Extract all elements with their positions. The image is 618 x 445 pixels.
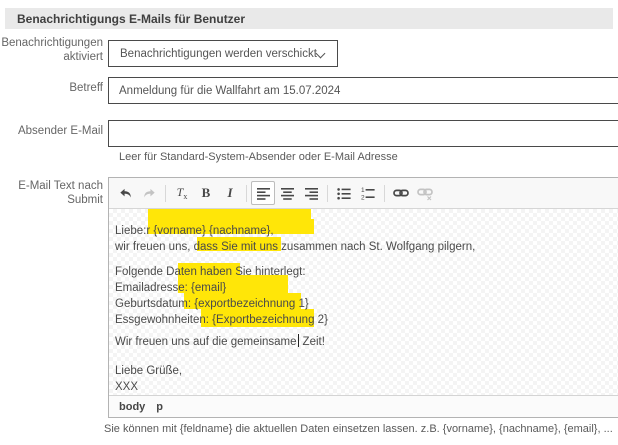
remove-format-icon: Tx xyxy=(177,185,188,201)
editor-line: Geburtsdatum: {exportbezeichnung 1} xyxy=(115,296,618,312)
redo-button[interactable] xyxy=(137,181,161,205)
unlink-button[interactable] xyxy=(413,181,437,205)
bold-button[interactable]: B xyxy=(194,181,218,205)
notifications-label: Benachrichtigungen aktiviert xyxy=(0,36,103,64)
toolbar-separator xyxy=(165,185,166,202)
editor-line: Wir freuen uns auf die gemeinsame Zeit! xyxy=(115,334,618,350)
subject-input[interactable] xyxy=(108,77,618,104)
align-left-button[interactable] xyxy=(251,181,275,205)
email-text-label: E-Mail Text nach Submit xyxy=(0,179,103,207)
text-cursor xyxy=(298,334,299,347)
undo-button[interactable] xyxy=(113,181,137,205)
editor-line-text: Wir freuen uns auf die gemeinsame xyxy=(115,336,297,348)
bulleted-list-button[interactable] xyxy=(332,181,356,205)
align-right-icon xyxy=(305,187,318,200)
sender-hint: Leer für Standard-System-Absender oder E… xyxy=(119,151,398,163)
editor-line: Folgende Daten haben Sie hinterlegt: xyxy=(115,264,618,280)
section-header: Benachrichtigungs E-Mails für Benutzer xyxy=(5,8,613,29)
italic-icon: I xyxy=(227,185,232,201)
align-center-button[interactable] xyxy=(275,181,299,205)
rich-text-editor: Tx B I xyxy=(108,177,618,418)
editor-line: wir freuen uns, dass Sie mit uns zusamme… xyxy=(115,239,618,255)
toolbar-separator xyxy=(384,185,385,202)
italic-button[interactable]: I xyxy=(218,181,242,205)
editor-line: Emailadresse: {email} xyxy=(115,280,618,296)
align-left-icon xyxy=(257,187,270,200)
toolbar-separator xyxy=(327,185,328,202)
editor-blank-line xyxy=(115,255,618,264)
editor-line: Essgewohnheiten: {Exportbezeichnung 2} xyxy=(115,312,618,328)
align-right-button[interactable] xyxy=(299,181,323,205)
sender-email-input[interactable] xyxy=(108,120,618,147)
sender-label: Absender E-Mail xyxy=(0,124,103,138)
svg-text:1: 1 xyxy=(361,187,365,194)
page-title: Benachrichtigungs E-Mails für Benutzer xyxy=(17,12,245,26)
link-icon xyxy=(393,185,409,201)
link-button[interactable] xyxy=(389,181,413,205)
remove-format-button[interactable]: Tx xyxy=(170,181,194,205)
notifications-selected-value: Benachrichtigungen werden verschickt xyxy=(120,48,317,60)
align-center-icon xyxy=(281,187,294,200)
numbered-list-icon: 12 xyxy=(361,187,375,200)
toolbar-separator xyxy=(246,185,247,202)
undo-icon xyxy=(118,186,133,201)
editor-content-area[interactable]: Liebe:r {vorname} {nachname}, wir freuen… xyxy=(109,209,618,395)
placeholder-hint: Sie können mit {feldname} die aktuellen … xyxy=(104,423,618,435)
element-path-p[interactable]: p xyxy=(156,401,163,413)
bulleted-list-icon xyxy=(337,187,351,200)
unlink-icon xyxy=(417,185,433,201)
redo-icon xyxy=(142,186,157,201)
editor-line: Liebe Grüße, xyxy=(115,363,618,379)
editor-element-path: body p xyxy=(109,395,618,417)
numbered-list-button[interactable]: 12 xyxy=(356,181,380,205)
editor-toolbar: Tx B I xyxy=(109,178,618,209)
notifications-select[interactable]: Benachrichtigungen werden verschickt xyxy=(108,40,338,67)
bold-icon: B xyxy=(202,185,211,201)
editor-line: Liebe:r {vorname} {nachname}, xyxy=(115,223,618,239)
editor-line-text: Zeit! xyxy=(303,336,325,348)
editor-line: XXX xyxy=(115,379,618,395)
svg-text:2: 2 xyxy=(361,194,365,200)
chevron-down-icon xyxy=(316,49,326,59)
subject-label: Betreff xyxy=(0,81,103,95)
editor-blank-line xyxy=(115,350,618,363)
element-path-body[interactable]: body xyxy=(119,401,145,413)
